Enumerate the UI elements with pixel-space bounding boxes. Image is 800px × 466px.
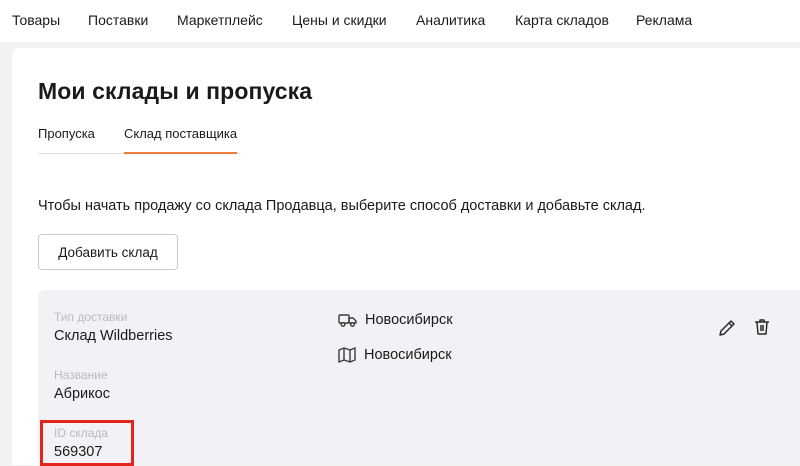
tab-passes[interactable]: Пропуска — [38, 126, 95, 154]
top-navigation: Товары Поставки Маркетплейс Цены и скидк… — [0, 0, 800, 42]
name-label: Название — [54, 368, 108, 382]
add-warehouse-button[interactable]: Добавить склад — [38, 234, 178, 270]
nav-item-supplies[interactable]: Поставки — [88, 12, 148, 28]
main-card: Мои склады и пропуска Пропуска Склад пос… — [12, 48, 800, 466]
trash-icon[interactable] — [752, 317, 772, 342]
pencil-icon[interactable] — [717, 318, 737, 343]
warehouse-card: Тип доставки Склад Wildberries Название … — [38, 290, 800, 466]
truck-icon — [338, 312, 357, 328]
map-city-row: Новосибирск — [338, 347, 452, 363]
name-value: Абрикос — [54, 386, 110, 402]
delivery-type-value: Склад Wildberries — [54, 328, 173, 344]
nav-item-advertising[interactable]: Реклама — [636, 12, 692, 28]
nav-item-prices-discounts[interactable]: Цены и скидки — [292, 12, 387, 28]
map-icon — [338, 347, 356, 363]
nav-item-analytics[interactable]: Аналитика — [416, 12, 485, 28]
nav-item-marketplace[interactable]: Маркетплейс — [177, 12, 263, 28]
nav-item-products[interactable]: Товары — [12, 12, 60, 28]
map-city: Новосибирск — [364, 347, 452, 363]
tab-supplier-warehouse[interactable]: Склад поставщика — [124, 126, 238, 154]
page-title: Мои склады и пропуска — [38, 78, 313, 104]
intro-text: Чтобы начать продажу со склада Продавца,… — [38, 198, 646, 214]
nav-item-warehouse-map[interactable]: Карта складов — [515, 12, 609, 28]
tabs-bar: Пропуска Склад поставщика — [38, 126, 240, 154]
delivery-city-row: Новосибирск — [338, 312, 453, 328]
delivery-type-label: Тип доставки — [54, 310, 128, 324]
delivery-city: Новосибирск — [365, 312, 453, 328]
warehouse-id-highlight — [40, 420, 134, 466]
